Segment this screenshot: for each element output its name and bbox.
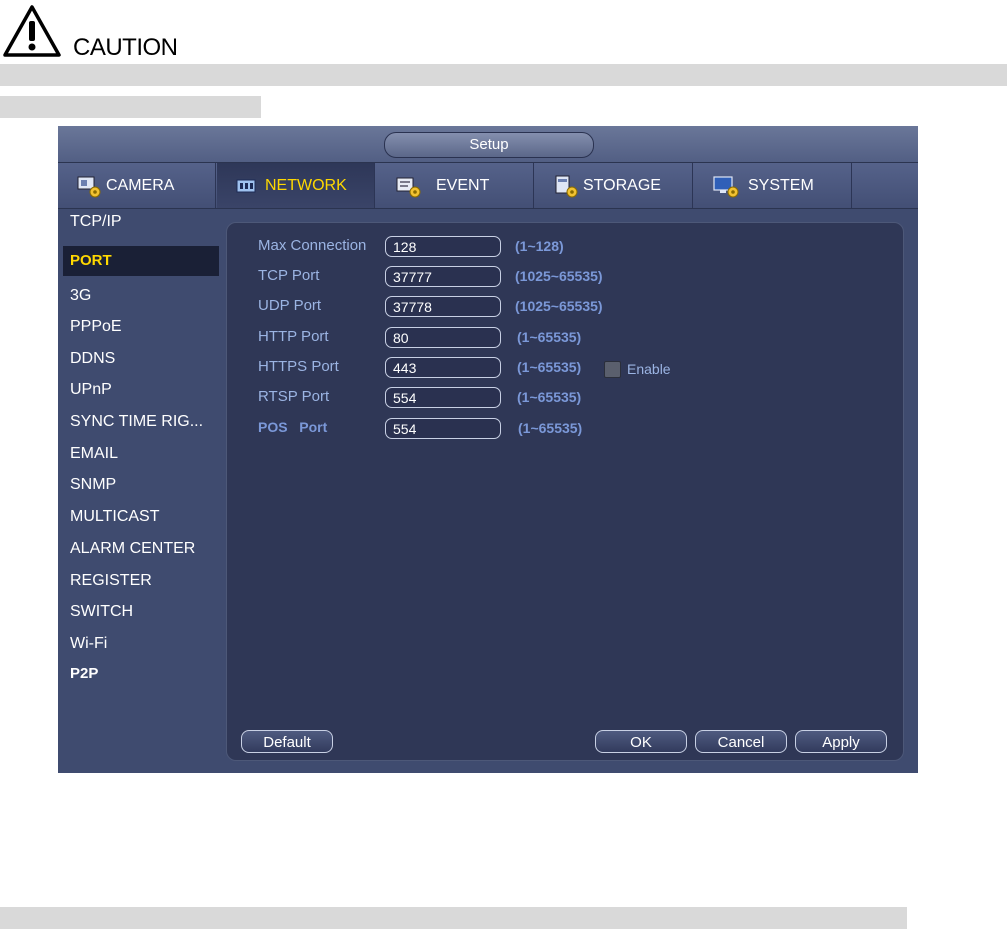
tab-system[interactable]: SYSTEM [694,163,852,208]
setup-window: Setup CAMERA NETWORK EVENT STORAGE SYSTE… [58,126,918,773]
main-tab-bar: CAMERA NETWORK EVENT STORAGE SYSTEM [58,163,918,209]
window-title: Setup [384,132,594,158]
redacted-text-line [0,64,1007,86]
cancel-button[interactable]: Cancel [695,730,787,753]
https-enable-checkbox[interactable] [604,361,621,378]
sidebar-item-register[interactable]: REGISTER [63,566,219,596]
tab-label: STORAGE [583,176,661,194]
storage-gear-icon [555,175,578,197]
event-gear-icon [396,177,421,197]
field-range: (1~128) [515,238,564,254]
field-label: HTTP Port [258,328,329,345]
tab-label: CAMERA [106,176,175,194]
tab-label: NETWORK [265,176,347,194]
sidebar-item-port[interactable]: PORT [63,246,219,276]
sidebar-item-3g[interactable]: 3G [63,281,219,311]
title-bar: Setup [58,126,918,163]
udp-port-input[interactable]: 37778 [385,296,501,317]
field-range: (1~65535) [517,329,582,345]
sidebar-item-pppoe[interactable]: PPPoE [63,312,219,342]
tab-label: EVENT [436,176,490,194]
sidebar-item-multicast[interactable]: MULTICAST [63,502,219,532]
redacted-text-line [0,907,907,929]
sidebar-item-tcpip[interactable]: TCP/IP [63,207,219,237]
sidebar-item-email[interactable]: EMAIL [63,439,219,469]
system-gear-icon [713,175,739,197]
field-label: POS Port [258,419,328,435]
sidebar-item-snmp[interactable]: SNMP [63,470,219,500]
max-connection-input[interactable]: 128 [385,236,501,257]
port-settings-panel: Max Connection 128 (1~128) TCP Port 3777… [226,222,904,761]
https-enable-label: Enable [627,361,671,377]
field-range: (1025~65535) [515,268,603,284]
https-port-input[interactable]: 443 [385,357,501,378]
caution-heading: CAUTION [73,34,178,61]
ok-button[interactable]: OK [595,730,687,753]
redacted-text-line [0,96,261,118]
pos-port-input[interactable]: 554 [385,418,501,439]
field-label: Max Connection [258,237,367,254]
warning-triangle-icon [3,5,61,57]
tab-label: SYSTEM [748,176,814,194]
tab-storage[interactable]: STORAGE [535,163,693,208]
sidebar-item-upnp[interactable]: UPnP [63,375,219,405]
field-label: HTTPS Port [258,358,339,375]
default-button[interactable]: Default [241,730,333,753]
field-label: UDP Port [258,297,322,314]
camera-gear-icon [77,176,101,197]
field-range: (1~65535) [518,420,583,436]
network-sidebar: TCP/IP PORT 3G PPPoE DDNS UPnP SYNC TIME… [58,209,223,773]
sidebar-item-wifi[interactable]: Wi-Fi [63,629,219,659]
tab-camera[interactable]: CAMERA [58,163,216,208]
tab-event[interactable]: EVENT [376,163,534,208]
sidebar-item-sync-time[interactable]: SYNC TIME RIG... [63,407,219,437]
rtsp-port-input[interactable]: 554 [385,387,501,408]
tab-network[interactable]: NETWORK [217,163,375,208]
network-icon [236,179,256,192]
field-range: (1~65535) [517,359,582,375]
sidebar-item-ddns[interactable]: DDNS [63,344,219,374]
field-range: (1~65535) [517,389,582,405]
sidebar-item-p2p[interactable]: P2P [63,659,219,689]
sidebar-item-alarm-center[interactable]: ALARM CENTER [63,534,219,564]
apply-button[interactable]: Apply [795,730,887,753]
tcp-port-input[interactable]: 37777 [385,266,501,287]
field-label: RTSP Port [258,388,330,405]
sidebar-item-switch[interactable]: SWITCH [63,597,219,627]
http-port-input[interactable]: 80 [385,327,501,348]
field-label: TCP Port [258,267,320,284]
field-range: (1025~65535) [515,298,603,314]
